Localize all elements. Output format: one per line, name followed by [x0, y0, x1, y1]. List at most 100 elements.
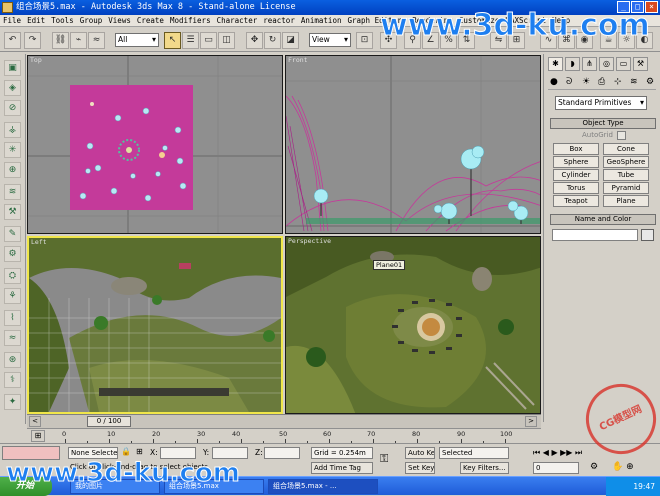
menu-reactor[interactable]: reactor [260, 16, 298, 25]
key-filters-button[interactable]: Key Filters... [460, 462, 509, 474]
menu-create[interactable]: Create [134, 16, 167, 25]
select-rotate-icon[interactable]: ↻ [264, 32, 281, 49]
viewport-left[interactable]: Left [27, 236, 283, 414]
set-key-button[interactable]: Set Key [405, 462, 435, 474]
undo-icon[interactable]: ↶ [4, 32, 21, 49]
menu-views[interactable]: Views [105, 16, 134, 25]
name-color-rollout-header[interactable]: Name and Color [550, 214, 656, 225]
tool-icon-4[interactable]: ⚶ [4, 122, 21, 138]
current-frame-field[interactable]: 0 [533, 462, 579, 474]
tool-icon-16[interactable]: ⚕ [4, 372, 21, 388]
systems-icon[interactable]: ⚙ [646, 77, 654, 87]
torus-button[interactable]: Torus [553, 182, 599, 194]
z-coordinate-field[interactable] [264, 447, 300, 459]
menu-animation[interactable]: Animation [298, 16, 345, 25]
lock-selection-icon[interactable]: 🔒 [121, 447, 131, 456]
primitive-type-dropdown[interactable]: Standard Primitives [555, 96, 647, 110]
select-object-icon[interactable]: ↖ [164, 32, 181, 49]
helpers-icon[interactable]: ⊹ [614, 77, 622, 87]
select-and-link-icon[interactable]: ⛓ [52, 32, 69, 49]
pyramid-button[interactable]: Pyramid [603, 182, 649, 194]
window-crossing-icon[interactable]: ◫ [218, 32, 235, 49]
tool-icon-7[interactable]: ≋ [4, 184, 21, 200]
tool-icon-9[interactable]: ✎ [4, 226, 21, 242]
tool-icon-6[interactable]: ⊕ [4, 162, 21, 178]
tool-icon-3[interactable]: ⊘ [4, 100, 21, 116]
tool-icon-8[interactable]: ⚒ [4, 204, 21, 220]
plane-button[interactable]: Plane [603, 195, 649, 207]
key-mode-dropdown[interactable]: Selected [439, 447, 509, 459]
unlink-icon[interactable]: ⌁ [70, 32, 87, 49]
select-scale-icon[interactable]: ◪ [282, 32, 299, 49]
viewport-front-label[interactable]: Front [288, 56, 308, 64]
viewport-perspective[interactable]: Perspective Plane01 [285, 236, 541, 414]
geosphere-button[interactable]: GeoSphere [603, 156, 649, 168]
tool-icon-2[interactable]: ◈ [4, 80, 21, 96]
teapot-button[interactable]: Teapot [553, 195, 599, 207]
motion-tab-icon[interactable]: ◎ [599, 57, 614, 71]
tool-icon-13[interactable]: ⌇ [4, 310, 21, 326]
viewport-top-label[interactable]: Top [30, 56, 42, 64]
menu-character[interactable]: Character [214, 16, 261, 25]
z-label: Z: [255, 448, 263, 457]
hierarchy-tab-icon[interactable]: ⋔ [582, 57, 597, 71]
utilities-tab-icon[interactable]: ⚒ [633, 57, 648, 71]
cone-button[interactable]: Cone [603, 143, 649, 155]
track-bar-ticks: 0 10 20 30 40 50 60 70 80 90 100 [27, 429, 541, 444]
cameras-icon[interactable]: ⎙ [598, 77, 605, 87]
object-name-input[interactable] [552, 229, 638, 241]
tick-label: 0 [62, 430, 67, 438]
tool-icon-12[interactable]: ⚘ [4, 288, 21, 304]
select-by-name-icon[interactable]: ☰ [182, 32, 199, 49]
menu-modifiers[interactable]: Modifiers [167, 16, 214, 25]
box-button[interactable]: Box [553, 143, 599, 155]
object-color-swatch[interactable] [641, 229, 654, 241]
viewport-top[interactable]: Top [27, 55, 283, 234]
menu-tools[interactable]: Tools [48, 16, 77, 25]
tool-icon-17[interactable]: ✦ [4, 394, 21, 410]
create-tab-icon[interactable]: ✱ [548, 57, 563, 71]
menu-edit[interactable]: Edit [24, 16, 48, 25]
tool-icon-1[interactable]: ▣ [4, 60, 21, 76]
tool-icon-10[interactable]: ⚙ [4, 246, 21, 262]
autogrid-checkbox[interactable] [617, 131, 626, 140]
pivot-center-icon[interactable]: ⊡ [356, 32, 373, 49]
slider-prev-icon[interactable]: < [29, 416, 41, 427]
viewport-nav-icon[interactable]: ✋ ⊕ [612, 462, 634, 472]
cylinder-button[interactable]: Cylinder [553, 169, 599, 181]
absolute-mode-icon[interactable]: ⊞ [136, 447, 143, 456]
menu-file[interactable]: File [0, 16, 24, 25]
shapes-icon[interactable]: ᘐ [566, 77, 572, 87]
region-select-icon[interactable]: ▭ [200, 32, 217, 49]
time-slider[interactable]: 0 / 100 [87, 416, 131, 427]
add-time-tag-button[interactable]: Add Time Tag [311, 462, 373, 474]
viewport-left-label[interactable]: Left [31, 238, 47, 246]
tool-icon-5[interactable]: ✳ [4, 142, 21, 158]
reference-coordinate-dropdown[interactable]: View [309, 33, 351, 47]
track-bar[interactable]: ⊞ 0 10 20 30 40 50 60 70 80 90 100 [27, 428, 541, 444]
playback-controls-icon[interactable]: ⏮ ◀ ▶ ▶▶ ⏭ [533, 448, 582, 458]
auto-key-button[interactable]: Auto Key [405, 447, 435, 459]
tool-icon-14[interactable]: ≈ [4, 330, 21, 346]
task-item-active[interactable]: 组合场景5.max - ... [268, 479, 378, 494]
sphere-button[interactable]: Sphere [553, 156, 599, 168]
spacewarps-icon[interactable]: ≋ [630, 77, 638, 87]
clock: 19:47 [633, 482, 655, 491]
redo-icon[interactable]: ↷ [24, 32, 41, 49]
object-type-rollout-header[interactable]: Object Type [550, 118, 656, 129]
bind-space-warp-icon[interactable]: ≈ [88, 32, 105, 49]
display-tab-icon[interactable]: ▭ [616, 57, 631, 71]
lights-icon[interactable]: ☀ [582, 77, 590, 87]
viewport-front[interactable]: Front [285, 55, 541, 234]
modify-tab-icon[interactable]: ◗ [565, 57, 580, 71]
slider-next-icon[interactable]: > [525, 416, 537, 427]
geometry-icon[interactable]: ● [550, 77, 558, 87]
tool-icon-11[interactable]: ⛭ [4, 268, 21, 284]
tube-button[interactable]: Tube [603, 169, 649, 181]
menu-group[interactable]: Group [77, 16, 106, 25]
tool-icon-15[interactable]: ⊛ [4, 352, 21, 368]
select-move-icon[interactable]: ✥ [246, 32, 263, 49]
viewport-perspective-label[interactable]: Perspective [288, 237, 331, 245]
time-config-icon[interactable]: ⚙ [590, 462, 598, 472]
selection-filter-dropdown[interactable]: All [115, 33, 159, 47]
